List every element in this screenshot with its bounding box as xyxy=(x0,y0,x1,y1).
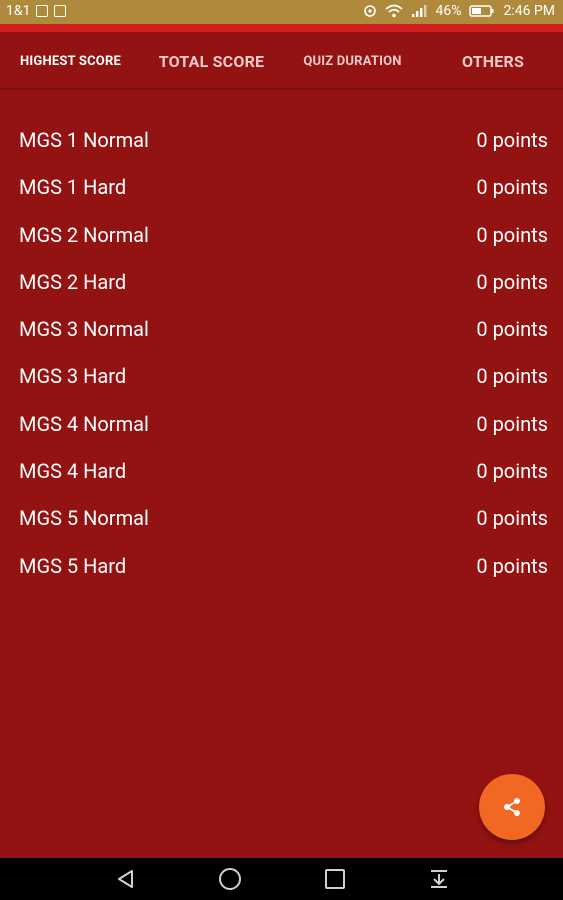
tab-highest-score[interactable]: HIGHEST SCORE xyxy=(0,32,141,90)
tab-others[interactable]: OTHERS xyxy=(423,32,563,90)
tab-label: HIGHEST SCORE xyxy=(20,53,121,69)
mode-name: MGS 1 Hard xyxy=(19,175,127,200)
score-points: 0 points xyxy=(476,128,548,152)
mode-name: MGS 4 Normal xyxy=(19,411,149,436)
mode-name: MGS 4 Hard xyxy=(19,459,127,484)
list-item: MGS 1 Hard 0 points xyxy=(0,165,563,212)
score-points: 0 points xyxy=(476,459,548,484)
home-button[interactable] xyxy=(202,858,258,900)
battery-percent: 46% xyxy=(435,3,462,19)
score-points: 0 points xyxy=(476,553,548,578)
image-notification-icon xyxy=(54,5,67,17)
mode-name: MGS 2 Hard xyxy=(19,269,127,294)
status-bar: 1&1 46% 2:46 PM xyxy=(0,0,563,24)
carrier-label: 1&1 xyxy=(6,3,31,19)
score-points: 0 points xyxy=(476,269,548,294)
recents-icon xyxy=(325,869,345,889)
battery-icon xyxy=(469,5,494,17)
score-points: 0 points xyxy=(476,506,548,531)
header-accent-line xyxy=(0,24,563,32)
mode-name: MGS 3 Hard xyxy=(19,364,127,389)
list-item: MGS 5 Hard 0 points xyxy=(0,544,563,591)
mode-name: MGS 5 Hard xyxy=(19,553,127,578)
list-item: MGS 3 Hard 0 points xyxy=(0,354,563,401)
score-list: MGS 1 Normal 0 points MGS 1 Hard 0 point… xyxy=(0,118,563,591)
list-item: MGS 4 Normal 0 points xyxy=(0,402,563,449)
tab-label: OTHERS xyxy=(461,51,525,71)
mode-name: MGS 2 Normal xyxy=(19,222,149,247)
tab-label: TOTAL SCORE xyxy=(158,51,265,71)
share-button[interactable] xyxy=(479,774,545,840)
score-points: 0 points xyxy=(476,317,548,342)
mode-name: MGS 1 Normal xyxy=(19,128,149,152)
tab-total-score[interactable]: TOTAL SCORE xyxy=(141,32,282,90)
list-item: MGS 1 Normal 0 points xyxy=(0,118,563,165)
sync-icon xyxy=(364,5,377,17)
system-navigation-bar xyxy=(0,858,563,900)
share-icon xyxy=(504,798,520,816)
tab-label: QUIZ DURATION xyxy=(303,53,402,69)
signal-icon xyxy=(412,5,427,17)
sim-icon xyxy=(36,5,49,17)
back-button[interactable] xyxy=(98,858,154,900)
score-points: 0 points xyxy=(476,175,548,200)
clock: 2:46 PM xyxy=(503,3,555,19)
mode-name: MGS 5 Normal xyxy=(19,506,149,531)
back-icon xyxy=(118,870,133,888)
score-points: 0 points xyxy=(476,222,548,247)
list-item: MGS 2 Hard 0 points xyxy=(0,260,563,307)
tab-quiz-duration[interactable]: QUIZ DURATION xyxy=(282,32,423,90)
list-item: MGS 5 Normal 0 points xyxy=(0,496,563,543)
list-item: MGS 3 Normal 0 points xyxy=(0,307,563,354)
home-icon xyxy=(219,868,241,890)
score-points: 0 points xyxy=(476,411,548,436)
tab-bar: HIGHEST SCORE TOTAL SCORE QUIZ DURATION … xyxy=(0,32,563,90)
app-screen: 1&1 46% 2:46 PM HIGHEST SCORE TOTAL SCOR… xyxy=(0,0,563,900)
score-points: 0 points xyxy=(476,364,548,389)
list-item: MGS 2 Normal 0 points xyxy=(0,213,563,260)
wifi-icon xyxy=(385,4,403,18)
pull-down-icon xyxy=(431,870,447,888)
notifications-button[interactable] xyxy=(411,858,467,900)
list-item: MGS 4 Hard 0 points xyxy=(0,449,563,496)
mode-name: MGS 3 Normal xyxy=(19,317,149,342)
recents-button[interactable] xyxy=(307,858,363,900)
